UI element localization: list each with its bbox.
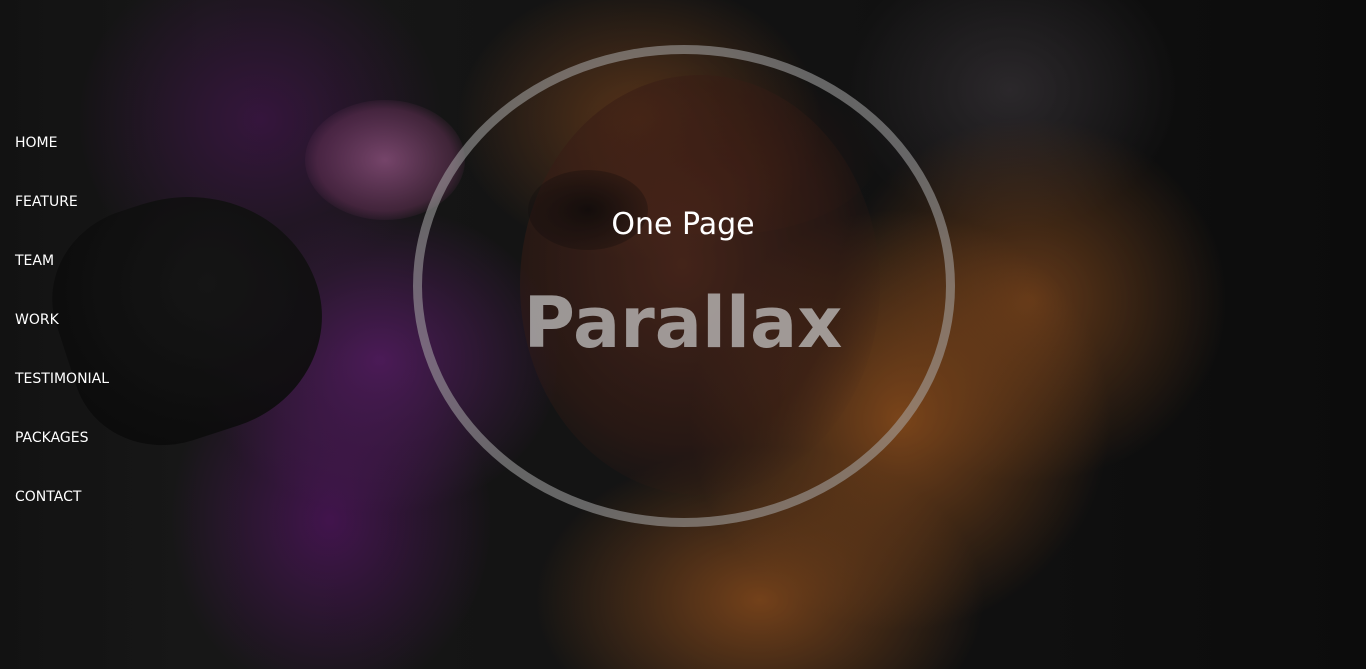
- hero-subtitle-wrap: One Page: [0, 207, 1366, 242]
- nav-item-home: HOME: [15, 132, 109, 191]
- nav-link-home[interactable]: HOME: [15, 134, 57, 152]
- nav-item-packages: PACKAGES: [15, 427, 109, 486]
- hero-title-wrap: Parallax: [0, 282, 1366, 364]
- nav-item-testimonial: TESTIMONIAL: [15, 368, 109, 427]
- nav-item-contact: CONTACT: [15, 486, 109, 545]
- nav-link-team[interactable]: TEAM: [15, 252, 54, 270]
- hero-title: Parallax: [523, 282, 843, 364]
- nav-link-testimonial[interactable]: TESTIMONIAL: [15, 370, 109, 388]
- nav-link-packages[interactable]: PACKAGES: [15, 429, 89, 447]
- nav-link-contact[interactable]: CONTACT: [15, 488, 81, 506]
- hero-subtitle: One Page: [611, 207, 755, 242]
- hero-section: HOME FEATURE TEAM WORK TESTIMONIAL PACKA…: [0, 0, 1366, 669]
